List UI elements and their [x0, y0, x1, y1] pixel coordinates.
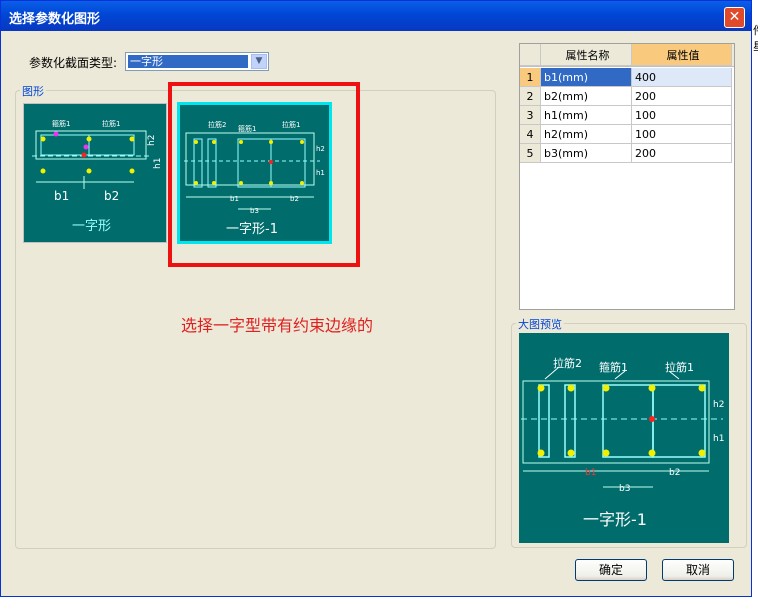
row-value[interactable]: 400 [632, 68, 732, 87]
table-header-row: 属性名称 属性值 [520, 44, 734, 67]
row-value[interactable]: 100 [632, 106, 732, 125]
header-index [520, 44, 541, 66]
cancel-button[interactable]: 取消 [662, 559, 734, 581]
thumb1-shape-name: 一字形 [72, 219, 111, 234]
thumb1-label-b1: b1 [54, 189, 69, 203]
annotation-text: 选择一字型带有约束边缘的 [181, 316, 374, 335]
close-button[interactable]: ✕ [724, 7, 745, 28]
row-index: 4 [520, 125, 541, 144]
row-index: 3 [520, 106, 541, 125]
preview-shape-name: 一字形-1 [583, 510, 647, 529]
table-row[interactable]: 5 b3(mm) 200 [520, 144, 734, 163]
thumb1-label-stirrup: 箍筋1 [52, 119, 70, 128]
row-value[interactable]: 200 [632, 144, 732, 163]
section-type-select[interactable]: 一字形 ▼ [125, 52, 269, 71]
title-bar: 选择参数化图形 ✕ [1, 1, 751, 31]
chevron-down-icon[interactable]: ▼ [251, 54, 267, 69]
row-name[interactable]: b2(mm) [541, 87, 632, 106]
row-index: 5 [520, 144, 541, 163]
table-row[interactable]: 2 b2(mm) 200 [520, 87, 734, 106]
row-value[interactable]: 100 [632, 125, 732, 144]
header-property-name[interactable]: 属性名称 [541, 44, 632, 66]
row-name[interactable]: h1(mm) [541, 106, 632, 125]
selection-highlight-box [168, 82, 360, 267]
preview-diagram: 拉筋2 箍筋1 拉筋1 h2 h1 b1 b3 b2 一字形-1 [521, 356, 724, 529]
property-table: 属性名称 属性值 1 b1(mm) 400 2 b2(mm) 200 3 h1(… [519, 43, 735, 310]
shape-diagram-yizixing: 箍筋1 拉筋1 h2 h1 b1 b2 一字形 [32, 119, 163, 234]
preview-label-h2: h2 [713, 400, 724, 410]
thumb1-label-tie: 拉筋1 [102, 119, 120, 128]
section-type-label: 参数化截面类型: [29, 56, 118, 70]
shapes-group-title: 图形 [20, 83, 46, 99]
thumb1-label-h1: h1 [153, 158, 163, 169]
section-type-value: 一字形 [128, 55, 248, 68]
row-index: 2 [520, 87, 541, 106]
table-row[interactable]: 4 h2(mm) 100 [520, 125, 734, 144]
dialog-window: 选择参数化图形 ✕ 参数化截面类型: 一字形 ▼ 图形 箍筋1 拉筋1 h2 h… [0, 0, 752, 597]
preview-label-b3: b3 [619, 484, 630, 494]
preview-group-title: 大图预览 [516, 316, 564, 332]
table-row[interactable]: 1 b1(mm) 400 [520, 68, 734, 87]
thumb1-label-h2: h2 [147, 135, 157, 146]
row-name[interactable]: h2(mm) [541, 125, 632, 144]
preview-label-b1: b1 [585, 468, 596, 478]
preview-label-tie2: 拉筋2 [553, 356, 582, 370]
table-row[interactable]: 3 h1(mm) 100 [520, 106, 734, 125]
background-text-fragment: 件星 [753, 22, 758, 54]
row-name[interactable]: b3(mm) [541, 144, 632, 163]
header-property-value[interactable]: 属性值 [632, 44, 732, 66]
thumb1-label-b2: b2 [104, 189, 119, 203]
shape-thumbnail-yizixing[interactable]: 箍筋1 拉筋1 h2 h1 b1 b2 一字形 [23, 103, 167, 243]
row-index: 1 [520, 68, 541, 87]
preview-label-b2: b2 [669, 468, 680, 478]
row-value[interactable]: 200 [632, 87, 732, 106]
preview-label-tie1: 拉筋1 [665, 360, 694, 374]
dialog-title: 选择参数化图形 [9, 12, 101, 27]
ok-button[interactable]: 确定 [575, 559, 647, 581]
preview-label-stirrup: 箍筋1 [599, 360, 628, 374]
large-preview: 拉筋2 箍筋1 拉筋1 h2 h1 b1 b3 b2 一字形-1 [519, 333, 729, 543]
preview-label-h1: h1 [713, 434, 724, 444]
row-name[interactable]: b1(mm) [541, 68, 632, 87]
